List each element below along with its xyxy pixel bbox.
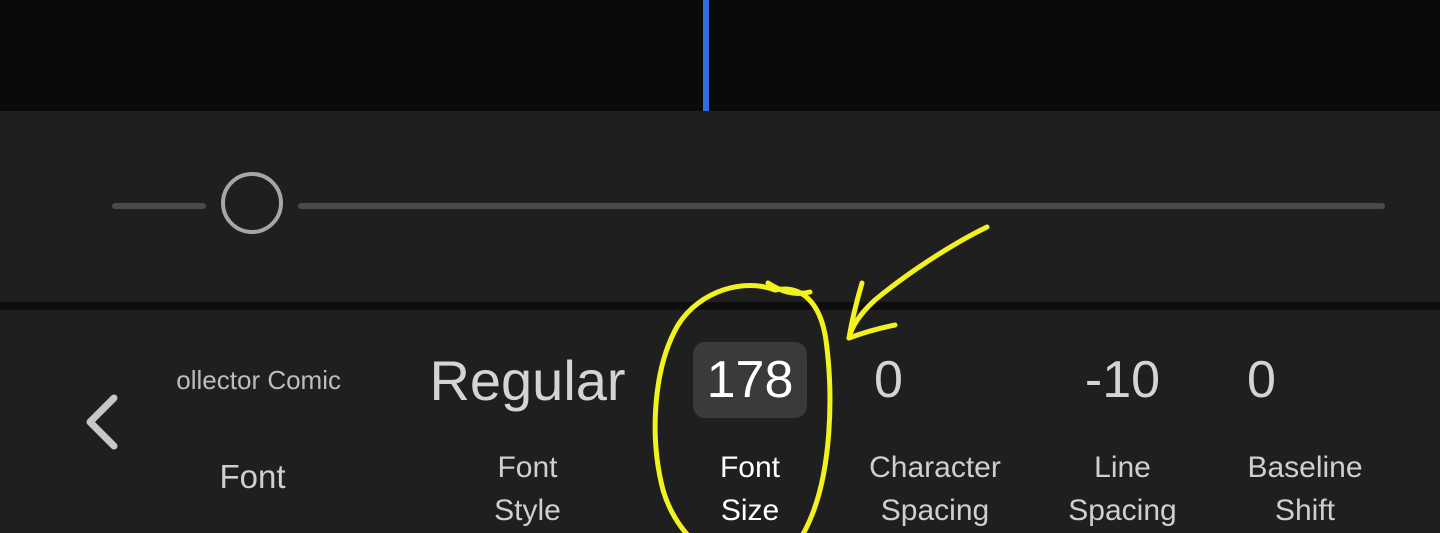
text-cursor: [703, 0, 709, 111]
back-button[interactable]: [78, 390, 126, 454]
slider-thumb[interactable]: [221, 172, 284, 234]
font-style-value: Regular: [429, 348, 626, 412]
baseline-shift-label: Baseline Shift: [1247, 451, 1363, 527]
character-spacing-label: Character Spacing: [869, 451, 1001, 527]
line-spacing-label: Line Spacing: [1068, 451, 1177, 527]
font-size-label: Font Size: [719, 451, 781, 527]
canvas-area[interactable]: [0, 0, 1440, 111]
chevron-left-icon: [86, 394, 118, 450]
text-properties-panel: ollector Comic Font Regular Font Style 1…: [0, 310, 1440, 533]
font-value: ollector Comic: [176, 364, 341, 395]
font-size-value[interactable]: 178: [692, 342, 808, 418]
line-spacing-value: -10: [1084, 351, 1161, 409]
baseline-shift-value: 0: [1247, 351, 1276, 409]
divider: [0, 302, 1440, 310]
character-spacing-value: 0: [874, 351, 903, 409]
slider-panel: [0, 111, 1440, 302]
slider-track[interactable]: [298, 203, 1385, 209]
slider-track-filled[interactable]: [112, 203, 207, 209]
font-style-label: Font Style: [494, 451, 561, 527]
font-label: Font: [219, 458, 286, 495]
